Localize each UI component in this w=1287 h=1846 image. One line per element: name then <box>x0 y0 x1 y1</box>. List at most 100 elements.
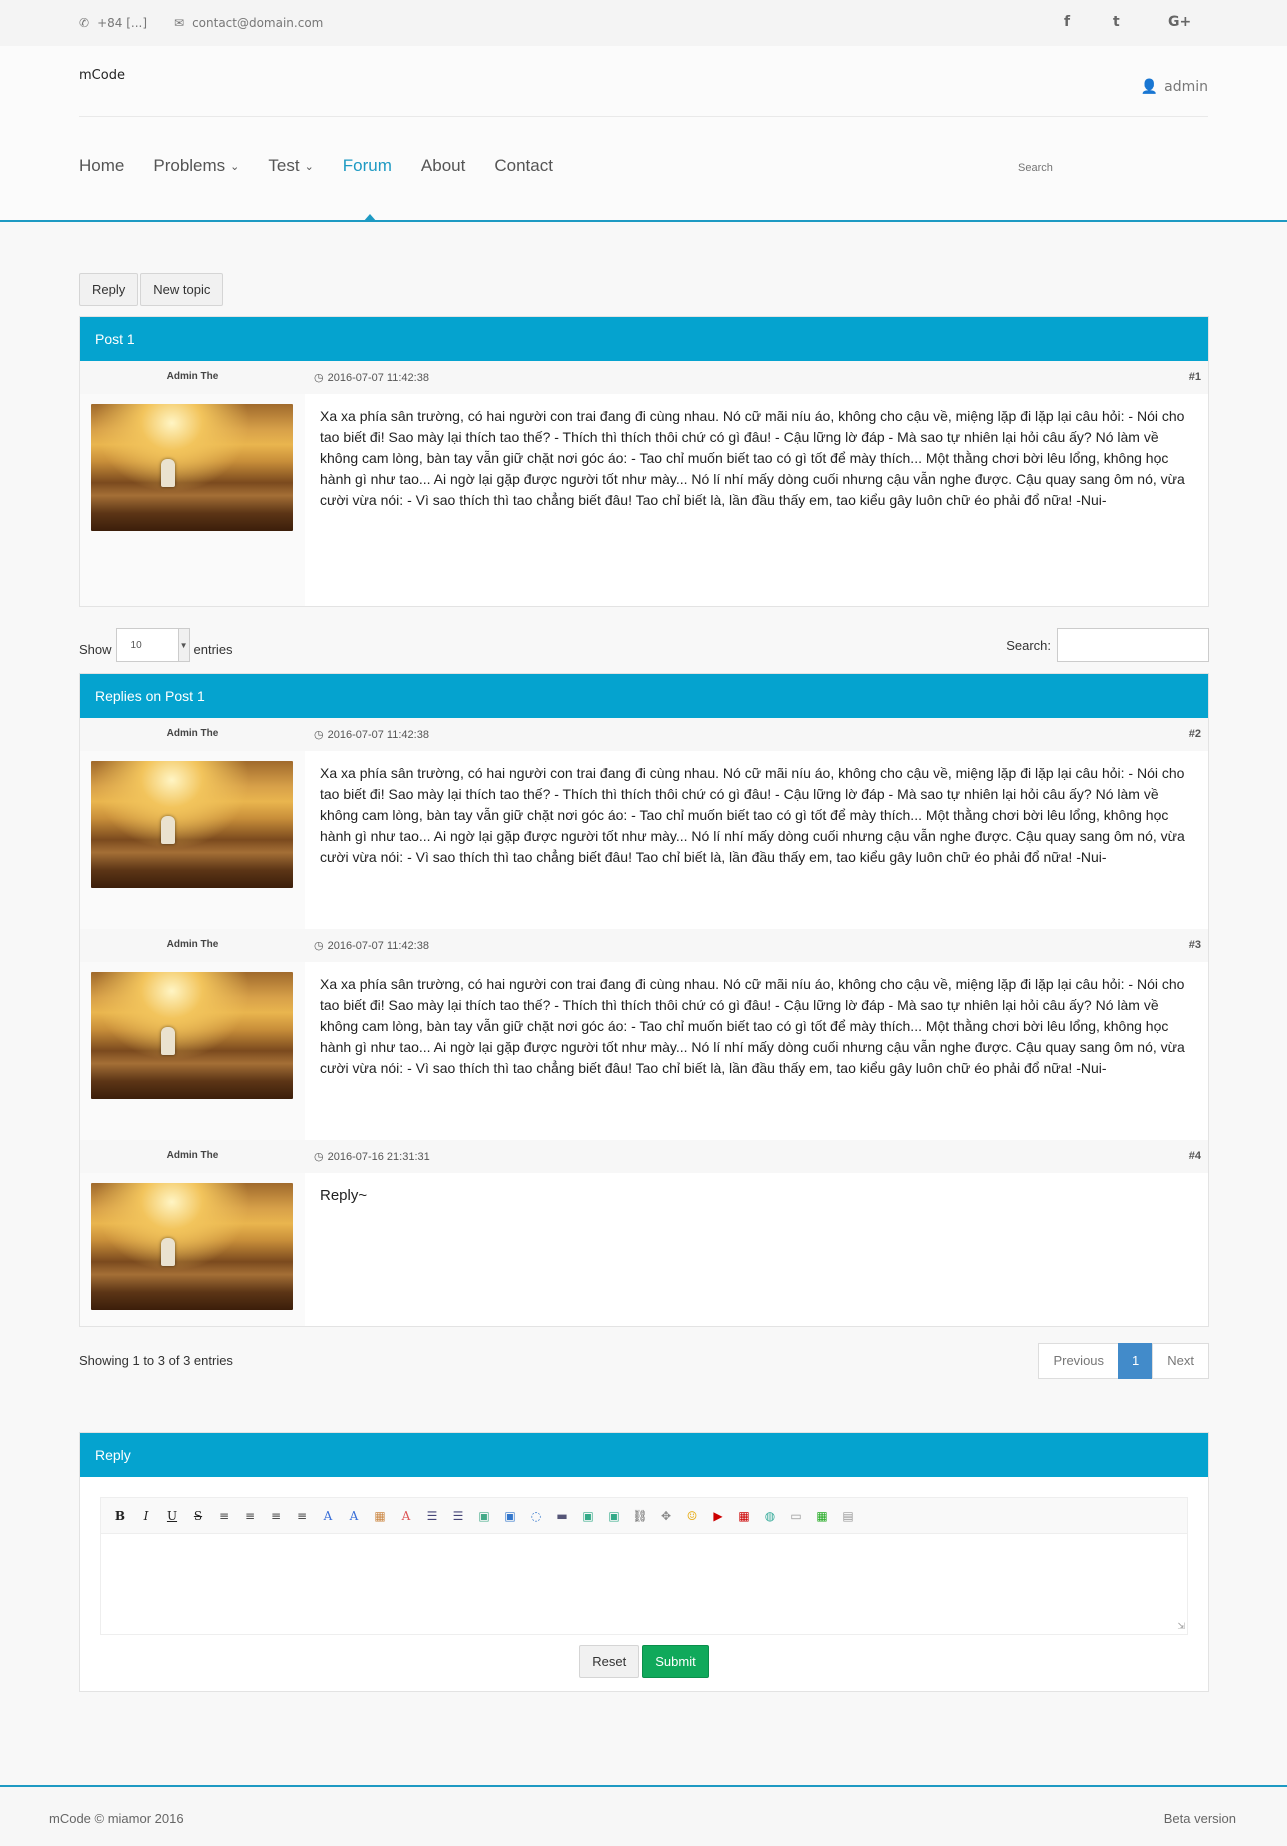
post-number[interactable]: #4 <box>1189 1150 1201 1162</box>
horizontal-rule-icon[interactable]: ▬ <box>553 1507 571 1525</box>
table-row: Admin The ◷ 2016-07-07 11:42:38 #2 Xa xa … <box>80 718 1208 929</box>
nav-forum[interactable]: Forum <box>343 156 392 176</box>
reset-button[interactable]: Reset <box>579 1645 640 1678</box>
page-1-button[interactable]: 1 <box>1118 1343 1154 1379</box>
image-icon[interactable]: ▣ <box>475 1507 493 1525</box>
numbered-list-icon[interactable]: ☰ <box>449 1507 467 1525</box>
post-author-column <box>80 1173 305 1326</box>
active-nav-indicator <box>363 214 377 222</box>
post-author[interactable]: Admin The <box>80 728 305 739</box>
print-icon[interactable]: ▭ <box>787 1507 805 1525</box>
post-date: ◷ 2016-07-07 11:42:38 <box>314 371 429 385</box>
previous-page-button[interactable]: Previous <box>1038 1343 1120 1379</box>
google-plus-icon[interactable]: G+ <box>1168 14 1191 30</box>
bg-color-icon[interactable]: A <box>345 1507 363 1525</box>
editor-toolbar: B I U S ≡ ≡ ≡ ≡ A A ▦ A ☰ ☰ ▣ ▣ ◌ ▬ ▣ ▣ ⛓ ✥ ☺ ▶ ▦ ◍ ▭ ▦ ▤ <box>101 1498 1187 1534</box>
post-author-column <box>80 751 305 929</box>
time-icon[interactable]: ◍ <box>761 1507 779 1525</box>
post-author[interactable]: Admin The <box>80 1150 305 1161</box>
form-actions: Reset Submit <box>80 1635 1208 1691</box>
post-author[interactable]: Admin The <box>80 371 305 382</box>
italic-icon[interactable]: I <box>137 1507 155 1525</box>
header-divider <box>79 116 1208 117</box>
align-left-icon[interactable]: ≡ <box>215 1507 233 1525</box>
clock-icon: ◷ <box>314 372 324 384</box>
table-icon[interactable]: ▦ <box>371 1507 389 1525</box>
envelope-icon: ✉ <box>174 16 185 30</box>
new-topic-button[interactable]: New topic <box>140 273 224 306</box>
next-page-button[interactable]: Next <box>1152 1343 1209 1379</box>
justify-icon[interactable]: ≡ <box>293 1507 311 1525</box>
maximize-icon[interactable]: ▦ <box>813 1507 831 1525</box>
align-right-icon[interactable]: ≡ <box>267 1507 285 1525</box>
phone-text: +84 [...] <box>97 16 148 30</box>
post-content: Xa xa phía sân trường, có hai người con … <box>320 765 1185 865</box>
pagination: Previous 1 Next <box>1038 1343 1209 1379</box>
post-body: Reply~ <box>80 1173 1208 1326</box>
post-date: ◷ 2016-07-07 11:42:38 <box>314 939 429 953</box>
post-number[interactable]: #3 <box>1189 939 1201 951</box>
datatable-footer: Showing 1 to 3 of 3 entries Previous 1 N… <box>79 1343 1209 1379</box>
clock-icon: ◷ <box>314 940 324 952</box>
email-icon[interactable]: ▣ <box>605 1507 623 1525</box>
main-nav: Home Problems ⌄ Test ⌄ Forum About Contact <box>79 156 553 176</box>
post-number[interactable]: #2 <box>1189 728 1201 740</box>
nav-contact[interactable]: Contact <box>494 156 553 176</box>
post-number[interactable]: #1 <box>1189 371 1201 383</box>
source-icon[interactable]: ▤ <box>839 1507 857 1525</box>
nav-search-input[interactable] <box>1018 162 1188 174</box>
facebook-icon[interactable]: f <box>1064 14 1070 30</box>
font-color-icon[interactable]: A <box>319 1507 337 1525</box>
date-icon[interactable]: ▦ <box>735 1507 753 1525</box>
nav-problems[interactable]: Problems ⌄ <box>153 156 239 176</box>
user-menu[interactable]: 👤 admin <box>1141 79 1208 95</box>
bold-icon[interactable]: B <box>111 1507 129 1525</box>
nav-test[interactable]: Test ⌄ <box>268 156 313 176</box>
user-icon: 👤 <box>1140 79 1159 95</box>
post-panel: Post 1 Admin The ◷ 2016-07-07 11:42:38 #1… <box>79 316 1209 607</box>
copyright-text: mCode © miamor 2016 <box>49 1811 184 1826</box>
nav-about[interactable]: About <box>421 156 465 176</box>
entries-select[interactable]: 10 ▼ <box>115 628 190 662</box>
quote-icon[interactable]: ◌ <box>527 1507 545 1525</box>
length-control: Show 10 ▼ entries <box>79 628 233 662</box>
dropdown-arrow-icon: ▼ <box>177 629 189 661</box>
post-body: Xa xa phía sân trường, có hai người con … <box>80 751 1208 929</box>
site-logo[interactable]: mCode <box>79 68 125 83</box>
underline-icon[interactable]: U <box>163 1507 181 1525</box>
editor-textarea[interactable]: ⇲ <box>101 1534 1187 1634</box>
bullet-list-icon[interactable]: ☰ <box>423 1507 441 1525</box>
resize-handle-icon[interactable]: ⇲ <box>1177 1622 1185 1632</box>
post-date: ◷ 2016-07-16 21:31:31 <box>314 1150 430 1164</box>
avatar <box>91 1183 293 1310</box>
avatar <box>91 404 293 531</box>
strikethrough-icon[interactable]: S <box>189 1507 207 1525</box>
nav-home[interactable]: Home <box>79 156 124 176</box>
youtube-icon[interactable]: ▶ <box>709 1507 727 1525</box>
user-name[interactable]: admin <box>1164 79 1208 95</box>
post-date: ◷ 2016-07-07 11:42:38 <box>314 728 429 742</box>
insert-image-icon[interactable]: ▣ <box>579 1507 597 1525</box>
table-search-input[interactable] <box>1057 628 1209 662</box>
align-center-icon[interactable]: ≡ <box>241 1507 259 1525</box>
post-content: Xa xa phía sân trường, có hai người con … <box>320 976 1185 1076</box>
site-footer: mCode © miamor 2016 Beta version <box>0 1785 1287 1846</box>
show-label: Show <box>79 641 112 657</box>
table-row: Admin The ◷ 2016-07-07 11:42:38 #3 Xa xa … <box>80 929 1208 1140</box>
anchor-icon[interactable]: ✥ <box>657 1507 675 1525</box>
reply-form-panel: Reply B I U S ≡ ≡ ≡ ≡ A A ▦ A ☰ ☰ ▣ ▣ ◌ ▬ ▣ ▣ ⛓ ✥ ☺ ▶ ▦ ◍ ▭ ▦ ▤ ⇲ Re… <box>79 1432 1209 1692</box>
emoticon-icon[interactable]: ☺ <box>683 1507 701 1525</box>
twitter-icon[interactable]: t <box>1113 14 1120 30</box>
remove-format-icon[interactable]: A <box>397 1507 415 1525</box>
submit-button[interactable]: Submit <box>642 1645 709 1678</box>
reply-button[interactable]: Reply <box>79 273 139 306</box>
link-icon[interactable]: ⛓ <box>631 1507 649 1525</box>
email-contact[interactable]: ✉ contact@domain.com <box>174 16 323 30</box>
version-text: Beta version <box>1163 1811 1236 1826</box>
email-text[interactable]: contact@domain.com <box>192 16 323 30</box>
post-author[interactable]: Admin The <box>80 939 305 950</box>
post-author-column <box>80 394 305 606</box>
search-label: Search: <box>1006 637 1051 653</box>
clock-icon: ◷ <box>314 1151 324 1163</box>
link-image-icon[interactable]: ▣ <box>501 1507 519 1525</box>
